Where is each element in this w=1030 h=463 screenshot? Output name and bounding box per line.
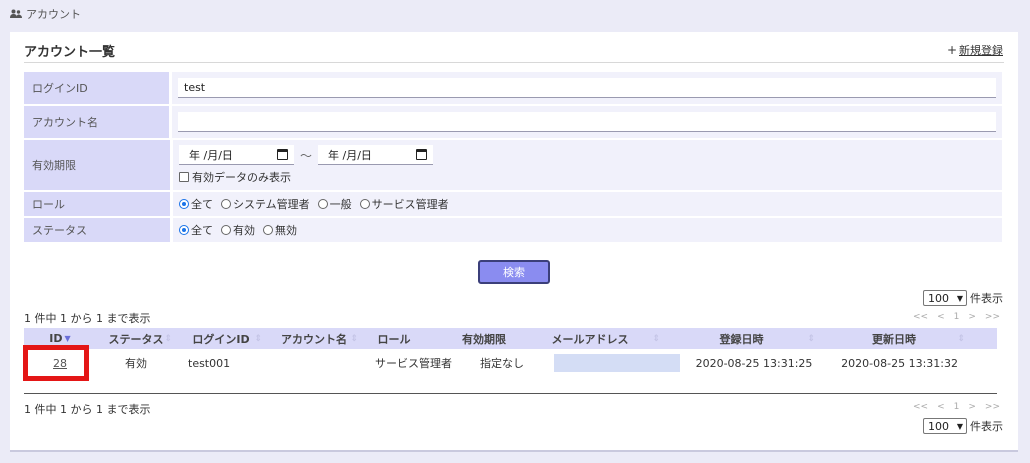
- per-page-suffix: 件表示: [970, 292, 1003, 305]
- column-header-role[interactable]: ロール: [362, 328, 426, 349]
- cell-role: サービス管理者: [375, 357, 452, 370]
- radio-icon[interactable]: [317, 199, 328, 209]
- column-header-status[interactable]: ステータス ⇕: [96, 328, 176, 349]
- chevron-down-icon: ▼: [956, 293, 963, 303]
- pagination-top: << < 1 > >>: [913, 312, 1000, 322]
- column-header-email[interactable]: メールアドレス ⇕: [516, 328, 664, 349]
- role-radio-all[interactable]: 全て: [179, 196, 213, 212]
- per-page-bottom: 100 ▼ 件表示: [923, 418, 1003, 434]
- form-row-status: ステータス 全て 有効 無効: [24, 218, 1002, 242]
- sort-icon: ⇕: [807, 333, 815, 344]
- cell-created: 2020-08-25 13:31:25: [695, 356, 813, 370]
- account-table: ID ▼ ステータス ⇕ ログインID ⇕ アカウント名 ⇕ ロール 有効期限 メールア…: [24, 328, 997, 377]
- pager-first[interactable]: <<: [913, 402, 928, 412]
- validity-label: 有効期限: [24, 140, 170, 190]
- per-page-select[interactable]: 100 ▼: [923, 418, 967, 434]
- radio-icon[interactable]: [221, 225, 231, 235]
- cell-updated: 2020-08-25 13:31:32: [841, 356, 958, 370]
- form-row-login-id: ログインID test: [24, 72, 1002, 104]
- pager-next[interactable]: >: [968, 402, 976, 412]
- radio-icon[interactable]: [179, 225, 189, 235]
- new-registration-label: 新規登録: [959, 44, 1003, 57]
- only-valid-checkbox[interactable]: 有効データのみ表示: [179, 169, 433, 185]
- only-valid-label: 有効データのみ表示: [192, 171, 291, 184]
- role-radio-general[interactable]: 一般: [317, 196, 352, 212]
- login-id-label: ログインID: [24, 72, 169, 104]
- role-radio-group: 全て システム管理者 一般 サービス管理者: [179, 196, 449, 212]
- pager-first[interactable]: <<: [913, 312, 928, 322]
- sort-icon: ⇕: [957, 333, 965, 344]
- radio-icon[interactable]: [263, 225, 273, 235]
- form-row-account-name: アカウント名: [24, 106, 1002, 138]
- calendar-icon[interactable]: [416, 149, 428, 160]
- role-label: ロール: [24, 192, 170, 216]
- form-row-role: ロール 全て システム管理者 一般 サービス管理者: [24, 192, 1002, 216]
- radio-icon[interactable]: [359, 199, 370, 209]
- pager-prev[interactable]: <: [937, 402, 945, 412]
- checkbox-icon[interactable]: [179, 172, 189, 182]
- account-list-card: アカウント一覧 + 新規登録 ログインID test アカウント名 有効期限 年…: [10, 32, 1018, 452]
- per-page-suffix: 件表示: [970, 420, 1003, 433]
- search-button[interactable]: 検索: [478, 260, 550, 284]
- role-radio-service-admin[interactable]: サービス管理者: [359, 196, 449, 212]
- table-bottom-divider: [24, 393, 997, 394]
- cell-email: [554, 354, 680, 372]
- radio-icon[interactable]: [221, 199, 231, 209]
- column-header-created[interactable]: 登録日時 ⇕: [664, 328, 819, 349]
- pager-last[interactable]: >>: [985, 402, 1000, 412]
- account-name-input[interactable]: [178, 112, 996, 132]
- cell-status: 有効: [125, 357, 147, 370]
- sort-icon: ⇕: [254, 333, 262, 344]
- cell-account-name: [266, 349, 362, 377]
- sort-desc-icon: ▼: [64, 334, 71, 343]
- breadcrumb-label: アカウント: [26, 8, 81, 21]
- pagination-bottom: << < 1 > >>: [913, 402, 1000, 412]
- breadcrumb: アカウント: [10, 6, 81, 22]
- per-page-select[interactable]: 100 ▼: [923, 290, 967, 306]
- account-name-label: アカウント名: [24, 106, 169, 138]
- cell-validity: 指定なし: [480, 357, 524, 370]
- status-radio-invalid[interactable]: 無効: [263, 222, 297, 238]
- pager-prev[interactable]: <: [937, 312, 945, 322]
- column-header-login-id[interactable]: ログインID ⇕: [176, 328, 266, 349]
- cell-login-id: test001: [188, 356, 231, 370]
- new-registration-link[interactable]: + 新規登録: [947, 42, 1003, 58]
- form-row-validity: 有効期限 年 /月/日 〜 年 /月/日 有効データのみ表示: [24, 140, 1002, 190]
- table-row: 28 有効 test001 サービス管理者 指定なし 2020-08-25 13…: [24, 349, 997, 377]
- status-label: ステータス: [24, 218, 170, 242]
- result-summary-bottom: 1 件中 1 から 1 まで表示: [24, 403, 151, 416]
- status-radio-group: 全て 有効 無効: [179, 222, 297, 238]
- login-id-input[interactable]: test: [178, 78, 996, 98]
- sort-icon: ⇕: [164, 333, 172, 344]
- validity-to-input[interactable]: 年 /月/日: [318, 145, 434, 165]
- column-header-updated[interactable]: 更新日時 ⇕: [819, 328, 969, 349]
- role-radio-system-admin[interactable]: システム管理者: [221, 196, 310, 212]
- id-highlight-box: [23, 345, 89, 381]
- date-range-separator: 〜: [300, 148, 313, 163]
- search-form: ログインID test アカウント名 有効期限 年 /月/日 〜 年 /月/日 …: [24, 72, 1002, 244]
- title-divider: [24, 62, 1004, 63]
- validity-from-input[interactable]: 年 /月/日: [179, 145, 294, 165]
- status-radio-all[interactable]: 全て: [179, 222, 213, 238]
- users-icon: [10, 9, 22, 18]
- result-summary-top: 1 件中 1 から 1 まで表示: [24, 312, 151, 325]
- plus-icon: +: [946, 43, 957, 57]
- sort-icon: ⇕: [652, 333, 660, 344]
- pager-next[interactable]: >: [968, 312, 976, 322]
- pager-page[interactable]: 1: [954, 312, 960, 322]
- page-title: アカウント一覧: [24, 45, 116, 60]
- pager-page[interactable]: 1: [954, 402, 960, 412]
- calendar-icon[interactable]: [277, 149, 288, 160]
- column-header-validity[interactable]: 有効期限: [426, 328, 516, 349]
- table-header: ID ▼ ステータス ⇕ ログインID ⇕ アカウント名 ⇕ ロール 有効期限 メールア…: [24, 328, 997, 349]
- column-header-account-name[interactable]: アカウント名 ⇕: [266, 328, 362, 349]
- radio-icon[interactable]: [179, 199, 189, 209]
- per-page-top: 100 ▼ 件表示: [923, 290, 1003, 306]
- chevron-down-icon: ▼: [956, 421, 963, 431]
- pager-last[interactable]: >>: [985, 312, 1000, 322]
- status-radio-valid[interactable]: 有効: [221, 222, 255, 238]
- sort-icon: ⇕: [350, 333, 358, 344]
